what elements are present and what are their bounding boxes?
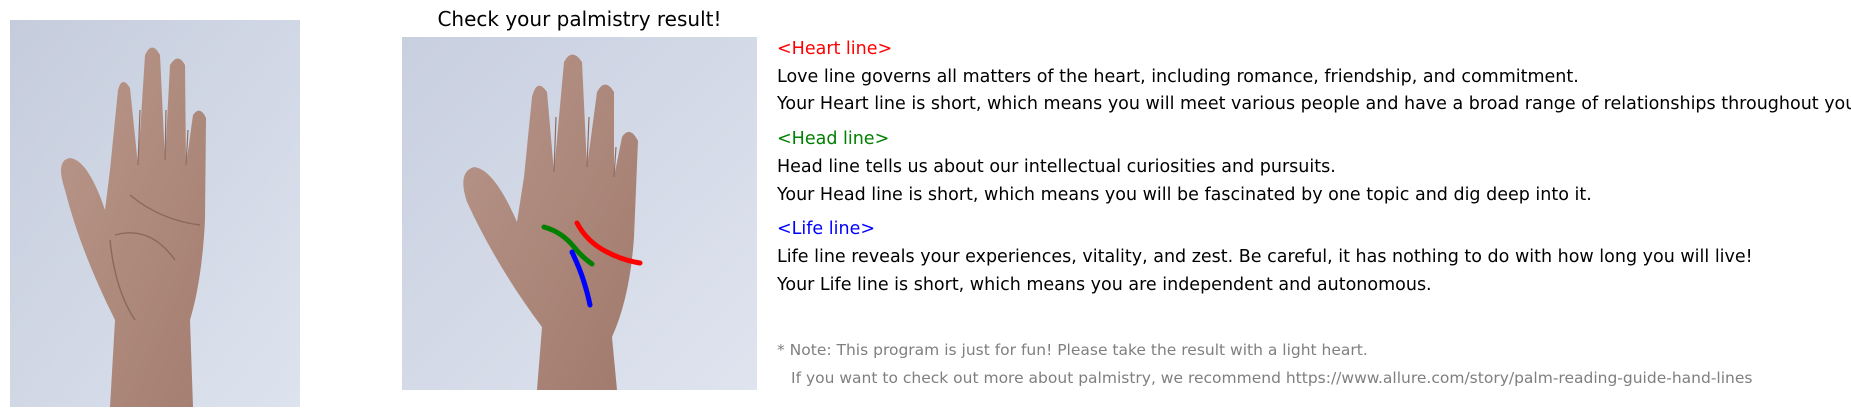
- head-line-result: Your Head line is short, which means you…: [777, 185, 1592, 205]
- heart-line-heading: <Heart line>: [777, 39, 893, 59]
- hand-photo-graphic: [10, 20, 300, 407]
- life-line-description: Life line reveals your experiences, vita…: [777, 247, 1753, 267]
- life-line-heading: <Life line>: [777, 219, 876, 239]
- palm-lines-overlay: [541, 220, 643, 308]
- heart-line-description: Love line governs all matters of the hea…: [777, 67, 1579, 87]
- fun-note: * Note: This program is just for fun! Pl…: [777, 341, 1368, 359]
- heart-line-result: Your Heart line is short, which means yo…: [777, 94, 1851, 114]
- reference-note: If you want to check out more about palm…: [791, 369, 1753, 387]
- life-line-result: Your Life line is short, which means you…: [777, 275, 1432, 295]
- input-hand-image: [10, 20, 300, 407]
- head-line-heading: <Head line>: [777, 129, 890, 149]
- result-title: Check your palmistry result!: [437, 7, 722, 31]
- annotated-hand-image: [402, 37, 757, 390]
- head-line-description: Head line tells us about our intellectua…: [777, 157, 1336, 177]
